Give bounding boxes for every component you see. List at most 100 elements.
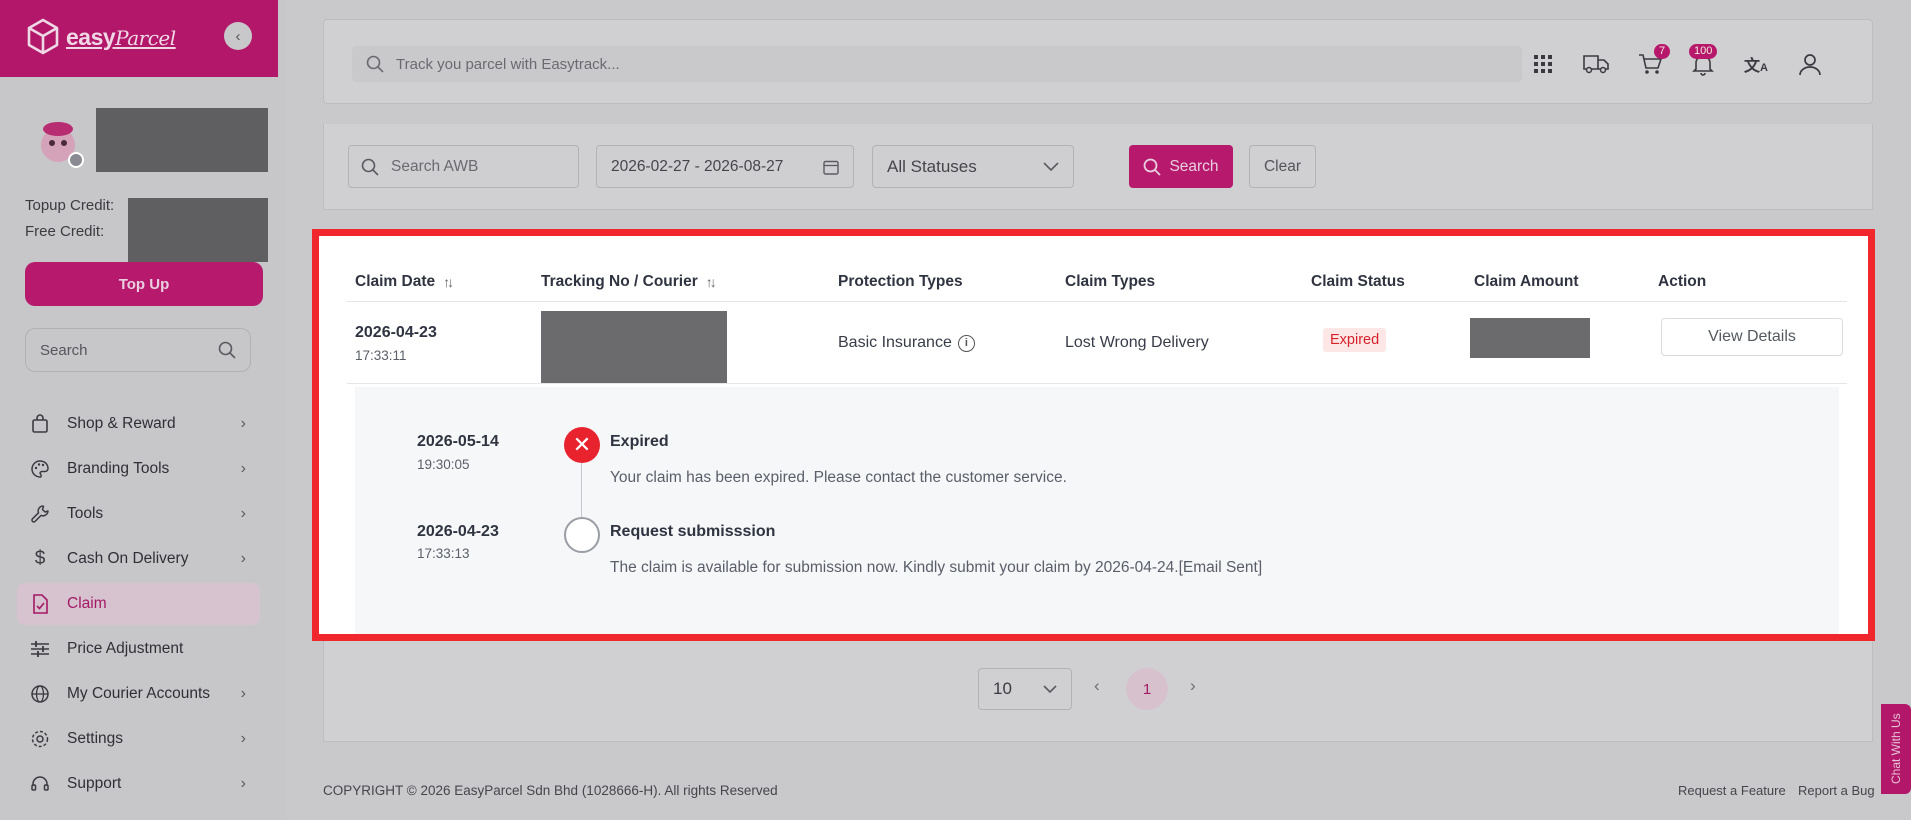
free-credit-label: Free Credit: bbox=[25, 223, 105, 240]
request-feature-link[interactable]: Request a Feature bbox=[1678, 783, 1786, 798]
report-bug-link[interactable]: Report a Bug bbox=[1798, 783, 1875, 798]
sort-icon[interactable]: ↑↓ bbox=[706, 274, 717, 290]
protection-type-label: Basic Insurance bbox=[838, 334, 952, 351]
info-icon[interactable]: i bbox=[957, 334, 975, 352]
chat-with-us-button[interactable]: Chat With Us bbox=[1881, 704, 1911, 794]
pending-circle-icon bbox=[564, 517, 600, 553]
wrench-icon bbox=[29, 503, 51, 525]
date-range-picker[interactable]: 2026-02-27 - 2026-08-27 bbox=[596, 145, 854, 188]
claim-date: 2026-04-23 bbox=[355, 324, 437, 341]
redacted-username bbox=[96, 108, 268, 172]
sidebar-item-branding-tools[interactable]: Branding Tools › bbox=[17, 448, 260, 490]
column-header-action: Action bbox=[1658, 273, 1707, 290]
calendar-icon bbox=[823, 160, 839, 175]
sidebar-item-settings[interactable]: Settings › bbox=[17, 718, 260, 760]
claim-document-icon bbox=[29, 593, 51, 615]
sliders-icon bbox=[29, 638, 51, 660]
sidebar-search-input[interactable]: Search bbox=[25, 328, 251, 372]
sidebar-item-label: Shop & Reward bbox=[67, 415, 176, 432]
logo-word: easy bbox=[66, 23, 116, 50]
chevron-right-icon: › bbox=[240, 550, 246, 567]
timeline-description: The claim is available for submission no… bbox=[610, 559, 1263, 576]
timeline-time: 17:33:13 bbox=[417, 546, 470, 561]
timeline-title: Expired bbox=[610, 433, 669, 450]
row-divider bbox=[347, 383, 1847, 384]
chevron-left-icon: ‹ bbox=[235, 27, 241, 45]
timeline-connector bbox=[581, 463, 582, 517]
sidebar-item-label: Cash On Delivery bbox=[67, 550, 189, 567]
redacted-credit bbox=[128, 198, 268, 262]
cart-icon[interactable]: 7 bbox=[1636, 44, 1671, 78]
awb-search-input[interactable]: Search AWB bbox=[348, 145, 579, 188]
top-up-button[interactable]: Top Up bbox=[25, 262, 263, 306]
translate-icon[interactable]: 文A bbox=[1742, 50, 1770, 78]
page-size-select[interactable]: 10 bbox=[978, 668, 1072, 710]
filter-card: Search AWB 2026-02-27 - 2026-08-27 All S… bbox=[323, 124, 1873, 210]
prev-page-icon[interactable]: ‹ bbox=[1094, 676, 1100, 696]
column-header-tracking[interactable]: Tracking No / Courier ↑↓ bbox=[541, 273, 717, 291]
view-details-button[interactable]: View Details bbox=[1661, 318, 1843, 356]
date-range-value: 2026-02-27 - 2026-08-27 bbox=[611, 157, 784, 175]
avatar[interactable] bbox=[34, 113, 86, 169]
header-divider bbox=[347, 301, 1847, 302]
copyright-text: COPYRIGHT © 2026 EasyParcel Sdn Bhd (102… bbox=[323, 783, 778, 798]
page-number-button[interactable]: 1 bbox=[1126, 668, 1168, 710]
top-bar: Track you parcel with Easytrack... 7 100… bbox=[323, 19, 1873, 104]
sidebar-item-support[interactable]: Support › bbox=[17, 763, 260, 805]
gear-icon bbox=[29, 728, 51, 750]
chevron-right-icon: › bbox=[240, 415, 246, 432]
sidebar-item-label: Branding Tools bbox=[67, 460, 170, 477]
chevron-right-icon: › bbox=[240, 775, 246, 792]
search-button-label: Search bbox=[1169, 157, 1219, 175]
sort-icon[interactable]: ↑↓ bbox=[443, 274, 454, 290]
sidebar-item-label: Tools bbox=[67, 505, 104, 522]
redacted-claim-amount bbox=[1470, 318, 1590, 358]
search-button[interactable]: Search bbox=[1129, 145, 1233, 188]
search-icon bbox=[218, 341, 236, 359]
sidebar-item-claim[interactable]: Claim bbox=[17, 583, 260, 625]
chevron-down-icon bbox=[1043, 161, 1059, 171]
user-profile-icon[interactable] bbox=[1796, 50, 1824, 78]
sidebar-item-tools[interactable]: Tools › bbox=[17, 493, 260, 535]
claim-time: 17:33:11 bbox=[355, 348, 407, 363]
chevron-right-icon: › bbox=[240, 730, 246, 747]
timeline-title: Request submisssion bbox=[610, 523, 776, 540]
topup-credit-label: Topup Credit: bbox=[25, 197, 115, 214]
expired-x-icon: ✕ bbox=[564, 427, 600, 463]
column-header-label: Claim Date bbox=[355, 273, 436, 290]
column-header-label: Tracking No / Courier bbox=[541, 273, 698, 290]
sidebar-item-shop-reward[interactable]: Shop & Reward › bbox=[17, 403, 260, 445]
clear-button[interactable]: Clear bbox=[1249, 145, 1316, 188]
sidebar-item-label: Support bbox=[67, 775, 122, 792]
mascot-avatar-icon bbox=[41, 122, 84, 168]
apps-grid-icon[interactable] bbox=[1529, 50, 1557, 78]
status-badge: Expired bbox=[1323, 328, 1387, 352]
sidebar-item-cash-on-delivery[interactable]: $ Cash On Delivery › bbox=[17, 538, 260, 580]
status-select[interactable]: All Statuses bbox=[872, 145, 1074, 188]
sidebar: easyParcel ‹ Topup Credit: Free Credit: … bbox=[0, 0, 286, 820]
timeline-description: Your claim has been expired. Please cont… bbox=[610, 469, 1067, 486]
search-icon bbox=[361, 158, 379, 176]
next-page-icon[interactable]: › bbox=[1190, 676, 1196, 696]
column-header-protection-types: Protection Types bbox=[838, 273, 963, 290]
globe-icon bbox=[29, 683, 51, 705]
collapse-sidebar-button[interactable]: ‹ bbox=[224, 22, 252, 50]
column-header-claim-date[interactable]: Claim Date ↑↓ bbox=[355, 273, 454, 291]
sidebar-search-placeholder: Search bbox=[40, 341, 88, 359]
easytrack-search-input[interactable]: Track you parcel with Easytrack... bbox=[352, 46, 1522, 82]
sidebar-item-label: Settings bbox=[67, 730, 124, 747]
redacted-tracking-number bbox=[541, 311, 727, 383]
claim-timeline: 2026-05-14 19:30:05 ✕ Expired Your claim… bbox=[355, 387, 1839, 634]
column-header-claim-status: Claim Status bbox=[1311, 273, 1405, 290]
easyparcel-logo[interactable]: easyParcel bbox=[26, 18, 176, 56]
page-size-value: 10 bbox=[993, 679, 1012, 698]
column-header-claim-amount: Claim Amount bbox=[1474, 273, 1579, 290]
timeline-date: 2026-04-23 bbox=[417, 523, 499, 540]
parcel-box-icon bbox=[27, 18, 59, 55]
chevron-right-icon: › bbox=[240, 505, 246, 522]
delivery-truck-icon[interactable] bbox=[1582, 50, 1610, 78]
sidebar-item-price-adjustment[interactable]: Price Adjustment bbox=[17, 628, 260, 670]
notification-icon[interactable]: 100 bbox=[1689, 44, 1718, 78]
timeline-date: 2026-05-14 bbox=[417, 433, 499, 450]
sidebar-item-my-courier-accounts[interactable]: My Courier Accounts › bbox=[17, 673, 260, 715]
